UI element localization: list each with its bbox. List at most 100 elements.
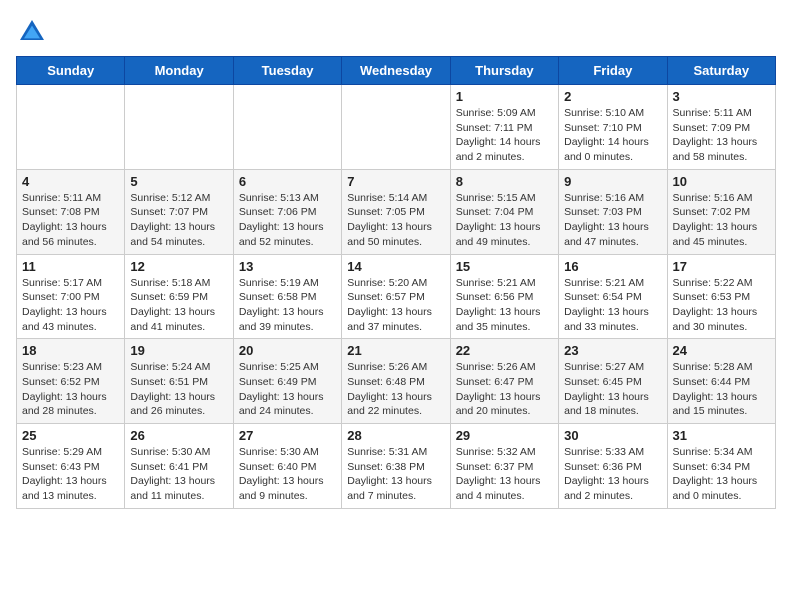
calendar-cell: 4 Sunrise: 5:11 AMSunset: 7:08 PMDaylight… <box>17 169 125 254</box>
calendar-cell: 11Sunrise: 5:17 AMSunset: 7:00 PMDayligh… <box>17 254 125 339</box>
calendar-cell: 3 Sunrise: 5:11 AMSunset: 7:09 PMDaylight… <box>667 85 775 170</box>
day-number: 22 <box>456 343 553 358</box>
day-info: Sunrise: 5:16 AMSunset: 7:02 PMDaylight:… <box>673 191 770 250</box>
calendar-cell <box>125 85 233 170</box>
calendar-cell: 25 Sunrise: 5:29 AMSunset: 6:43 PMDayligh… <box>17 424 125 509</box>
calendar-cell: 24Sunrise: 5:28 AMSunset: 6:44 PMDayligh… <box>667 339 775 424</box>
day-number: 17 <box>673 259 770 274</box>
day-info: Sunrise: 5:11 AMSunset: 7:09 PMDaylight:… <box>673 106 770 165</box>
calendar-cell: 16 Sunrise: 5:21 AMSunset: 6:54 PMDayligh… <box>559 254 667 339</box>
day-info: Sunrise: 5:29 AMSunset: 6:43 PMDaylight:… <box>22 445 119 504</box>
day-info: Sunrise: 5:31 AMSunset: 6:38 PMDaylight:… <box>347 445 444 504</box>
calendar-cell: 18 Sunrise: 5:23 AMSunset: 6:52 PMDayligh… <box>17 339 125 424</box>
calendar-header-saturday: Saturday <box>667 57 775 85</box>
calendar-cell: 23 Sunrise: 5:27 AMSunset: 6:45 PMDayligh… <box>559 339 667 424</box>
day-info: Sunrise: 5:25 AMSunset: 6:49 PMDaylight:… <box>239 360 336 419</box>
calendar-cell: 26Sunrise: 5:30 AMSunset: 6:41 PMDayligh… <box>125 424 233 509</box>
calendar-week-5: 25 Sunrise: 5:29 AMSunset: 6:43 PMDayligh… <box>17 424 776 509</box>
day-info: Sunrise: 5:33 AMSunset: 6:36 PMDaylight:… <box>564 445 661 504</box>
day-info: Sunrise: 5:17 AMSunset: 7:00 PMDaylight:… <box>22 276 119 335</box>
logo <box>16 16 52 48</box>
day-number: 19 <box>130 343 227 358</box>
calendar-cell: 12 Sunrise: 5:18 AMSunset: 6:59 PMDayligh… <box>125 254 233 339</box>
calendar-week-4: 18 Sunrise: 5:23 AMSunset: 6:52 PMDayligh… <box>17 339 776 424</box>
day-number: 6 <box>239 174 336 189</box>
day-info: Sunrise: 5:20 AMSunset: 6:57 PMDaylight:… <box>347 276 444 335</box>
calendar-header-friday: Friday <box>559 57 667 85</box>
day-info: Sunrise: 5:12 AMSunset: 7:07 PMDaylight:… <box>130 191 227 250</box>
day-info: Sunrise: 5:21 AMSunset: 6:56 PMDaylight:… <box>456 276 553 335</box>
day-number: 28 <box>347 428 444 443</box>
day-info: Sunrise: 5:30 AMSunset: 6:41 PMDaylight:… <box>130 445 227 504</box>
day-info: Sunrise: 5:28 AMSunset: 6:44 PMDaylight:… <box>673 360 770 419</box>
calendar-cell: 27 Sunrise: 5:30 AMSunset: 6:40 PMDayligh… <box>233 424 341 509</box>
calendar-cell: 9 Sunrise: 5:16 AMSunset: 7:03 PMDaylight… <box>559 169 667 254</box>
day-info: Sunrise: 5:11 AMSunset: 7:08 PMDaylight:… <box>22 191 119 250</box>
day-number: 30 <box>564 428 661 443</box>
day-number: 25 <box>22 428 119 443</box>
calendar-header-thursday: Thursday <box>450 57 558 85</box>
day-number: 14 <box>347 259 444 274</box>
calendar-cell: 30 Sunrise: 5:33 AMSunset: 6:36 PMDayligh… <box>559 424 667 509</box>
calendar-cell: 29 Sunrise: 5:32 AMSunset: 6:37 PMDayligh… <box>450 424 558 509</box>
calendar-cell: 10 Sunrise: 5:16 AMSunset: 7:02 PMDayligh… <box>667 169 775 254</box>
day-number: 31 <box>673 428 770 443</box>
calendar-cell <box>233 85 341 170</box>
day-number: 5 <box>130 174 227 189</box>
day-info: Sunrise: 5:24 AMSunset: 6:51 PMDaylight:… <box>130 360 227 419</box>
day-info: Sunrise: 5:23 AMSunset: 6:52 PMDaylight:… <box>22 360 119 419</box>
day-number: 23 <box>564 343 661 358</box>
day-number: 29 <box>456 428 553 443</box>
day-number: 27 <box>239 428 336 443</box>
calendar-cell: 14 Sunrise: 5:20 AMSunset: 6:57 PMDayligh… <box>342 254 450 339</box>
day-info: Sunrise: 5:27 AMSunset: 6:45 PMDaylight:… <box>564 360 661 419</box>
day-info: Sunrise: 5:26 AMSunset: 6:48 PMDaylight:… <box>347 360 444 419</box>
calendar-cell: 20 Sunrise: 5:25 AMSunset: 6:49 PMDayligh… <box>233 339 341 424</box>
calendar-week-2: 4 Sunrise: 5:11 AMSunset: 7:08 PMDaylight… <box>17 169 776 254</box>
calendar-table: SundayMondayTuesdayWednesdayThursdayFrid… <box>16 56 776 509</box>
calendar-cell: 6 Sunrise: 5:13 AMSunset: 7:06 PMDaylight… <box>233 169 341 254</box>
calendar-cell: 19 Sunrise: 5:24 AMSunset: 6:51 PMDayligh… <box>125 339 233 424</box>
day-number: 18 <box>22 343 119 358</box>
day-info: Sunrise: 5:18 AMSunset: 6:59 PMDaylight:… <box>130 276 227 335</box>
calendar-header-row: SundayMondayTuesdayWednesdayThursdayFrid… <box>17 57 776 85</box>
day-number: 2 <box>564 89 661 104</box>
day-number: 12 <box>130 259 227 274</box>
day-number: 10 <box>673 174 770 189</box>
calendar-header-sunday: Sunday <box>17 57 125 85</box>
day-number: 13 <box>239 259 336 274</box>
day-info: Sunrise: 5:09 AMSunset: 7:11 PMDaylight:… <box>456 106 553 165</box>
day-info: Sunrise: 5:13 AMSunset: 7:06 PMDaylight:… <box>239 191 336 250</box>
calendar-cell <box>342 85 450 170</box>
day-info: Sunrise: 5:16 AMSunset: 7:03 PMDaylight:… <box>564 191 661 250</box>
day-number: 8 <box>456 174 553 189</box>
calendar-cell: 21 Sunrise: 5:26 AMSunset: 6:48 PMDayligh… <box>342 339 450 424</box>
calendar-cell: 22Sunrise: 5:26 AMSunset: 6:47 PMDayligh… <box>450 339 558 424</box>
day-number: 21 <box>347 343 444 358</box>
calendar-cell: 1 Sunrise: 5:09 AMSunset: 7:11 PMDaylight… <box>450 85 558 170</box>
day-number: 1 <box>456 89 553 104</box>
calendar-cell: 13Sunrise: 5:19 AMSunset: 6:58 PMDayligh… <box>233 254 341 339</box>
calendar-cell: 31 Sunrise: 5:34 AMSunset: 6:34 PMDayligh… <box>667 424 775 509</box>
day-number: 20 <box>239 343 336 358</box>
day-info: Sunrise: 5:21 AMSunset: 6:54 PMDaylight:… <box>564 276 661 335</box>
day-info: Sunrise: 5:30 AMSunset: 6:40 PMDaylight:… <box>239 445 336 504</box>
calendar-cell <box>17 85 125 170</box>
calendar-header-wednesday: Wednesday <box>342 57 450 85</box>
page-header <box>16 16 776 48</box>
day-number: 16 <box>564 259 661 274</box>
day-info: Sunrise: 5:32 AMSunset: 6:37 PMDaylight:… <box>456 445 553 504</box>
calendar-cell: 2 Sunrise: 5:10 AMSunset: 7:10 PMDaylight… <box>559 85 667 170</box>
calendar-cell: 15Sunrise: 5:21 AMSunset: 6:56 PMDayligh… <box>450 254 558 339</box>
calendar-header-tuesday: Tuesday <box>233 57 341 85</box>
day-number: 7 <box>347 174 444 189</box>
calendar-cell: 17 Sunrise: 5:22 AMSunset: 6:53 PMDayligh… <box>667 254 775 339</box>
day-number: 9 <box>564 174 661 189</box>
day-info: Sunrise: 5:34 AMSunset: 6:34 PMDaylight:… <box>673 445 770 504</box>
day-number: 4 <box>22 174 119 189</box>
calendar-cell: 5 Sunrise: 5:12 AMSunset: 7:07 PMDaylight… <box>125 169 233 254</box>
day-number: 3 <box>673 89 770 104</box>
day-info: Sunrise: 5:22 AMSunset: 6:53 PMDaylight:… <box>673 276 770 335</box>
logo-icon <box>16 16 48 48</box>
day-info: Sunrise: 5:10 AMSunset: 7:10 PMDaylight:… <box>564 106 661 165</box>
